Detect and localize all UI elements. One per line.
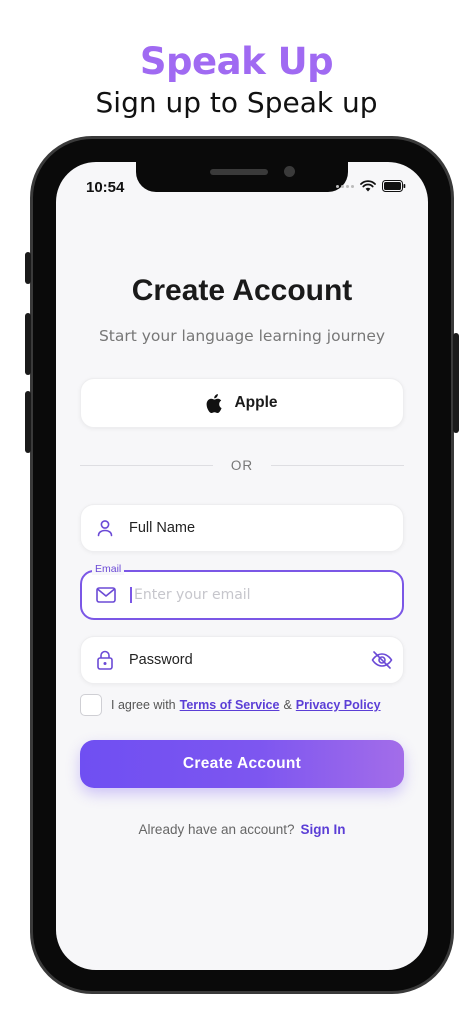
divider-line-left — [80, 465, 213, 466]
eye-off-icon[interactable] — [371, 650, 393, 675]
page-title: Create Account — [131, 274, 353, 307]
full-name-label: Full Name — [129, 520, 196, 536]
phone-screen: 10:54 Create Account Start your language… — [56, 162, 428, 970]
password-field[interactable]: Password — [80, 636, 404, 684]
user-icon — [81, 519, 129, 537]
status-icons — [336, 180, 406, 192]
email-floating-label: Email — [92, 563, 125, 575]
apple-sign-in-button[interactable]: Apple — [80, 378, 404, 428]
full-name-field[interactable]: Full Name — [80, 504, 404, 552]
phone-power-button — [453, 333, 459, 433]
signin-prompt: Already have an account? — [138, 822, 295, 837]
lock-icon — [81, 650, 129, 670]
battery-icon — [382, 180, 406, 192]
signin-row: Already have an account? Sign In — [56, 822, 428, 837]
signal-icon — [336, 184, 354, 188]
apple-button-label: Apple — [234, 394, 278, 411]
promo-title: Speak Up — [139, 40, 334, 83]
terms-row: I agree with Terms of Service & Privacy … — [80, 694, 381, 716]
notch — [136, 162, 348, 192]
divider-line-right — [271, 465, 404, 466]
camera — [284, 166, 295, 177]
speaker — [210, 169, 268, 175]
wifi-icon — [360, 180, 376, 192]
or-divider: OR — [80, 458, 404, 473]
phone-volume-up — [25, 313, 31, 375]
sign-in-link[interactable]: Sign In — [301, 822, 346, 837]
phone-mute-switch — [25, 252, 31, 284]
divider-text: OR — [230, 458, 254, 473]
mail-icon — [82, 587, 130, 603]
phone-volume-down — [25, 391, 31, 453]
terms-checkbox[interactable] — [80, 694, 102, 716]
terms-ampersand: & — [283, 698, 292, 712]
promo-subtitle: Sign up to Speak up — [95, 86, 378, 119]
create-account-button[interactable]: Create Account — [80, 740, 404, 788]
apple-logo-icon — [207, 393, 223, 413]
terms-prefix: I agree with — [111, 698, 176, 712]
status-time: 10:54 — [86, 179, 125, 196]
terms-of-service-link[interactable]: Terms of Service — [180, 698, 280, 712]
page-subtitle: Start your language learning journey — [98, 327, 386, 345]
password-label: Password — [129, 652, 193, 668]
email-field[interactable] — [80, 570, 404, 620]
privacy-policy-link[interactable]: Privacy Policy — [296, 698, 381, 712]
email-input[interactable] — [130, 587, 360, 603]
